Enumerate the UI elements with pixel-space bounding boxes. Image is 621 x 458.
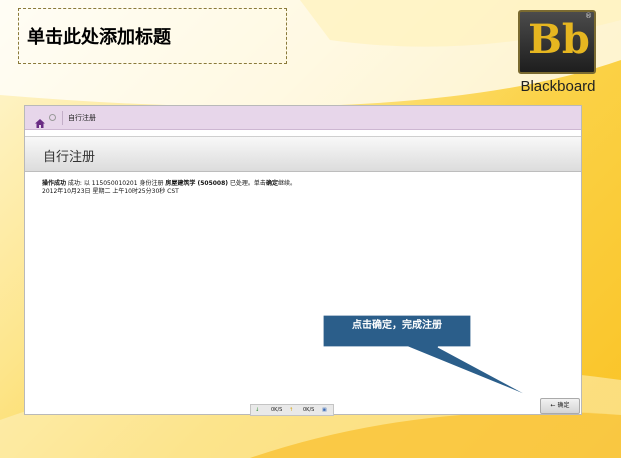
callout-shape	[322, 314, 534, 399]
callout-text: 点击确定，完成注册	[352, 320, 442, 331]
